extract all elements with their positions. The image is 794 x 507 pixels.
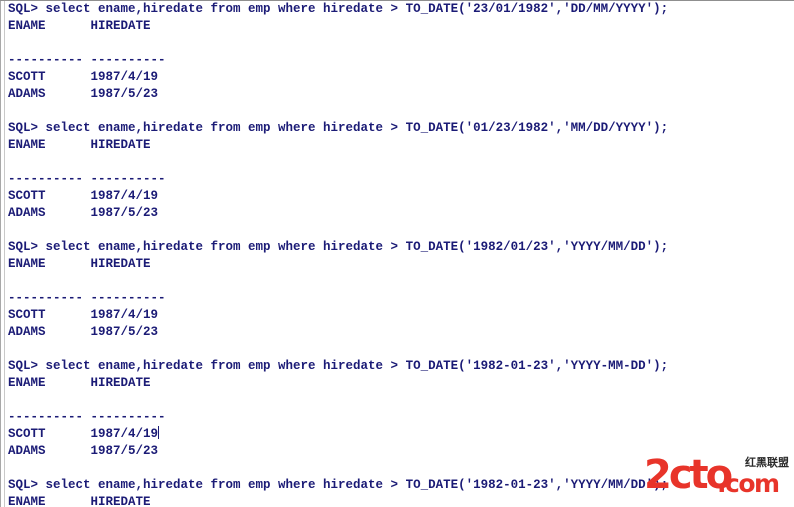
watermark-chinese-label: 红黑联盟 (745, 456, 789, 469)
sql-command-line[interactable]: SQL> select ename,hiredate from emp wher… (8, 358, 792, 375)
column-header-line: ENAME HIREDATE (8, 19, 151, 33)
block-gap (8, 222, 792, 239)
block-gap (8, 103, 792, 120)
text-caret (158, 426, 160, 439)
sql-block: SQL> select ename,hiredate from emp wher… (8, 239, 792, 341)
sql-block: SQL> select ename,hiredate from emp wher… (8, 120, 792, 222)
result-row: SCOTT 1987/4/19 (8, 189, 159, 203)
column-separator-line: ---------- ---------- (8, 291, 166, 305)
watermark-tld: .com (717, 469, 780, 498)
sql-command-line[interactable]: SQL> select ename,hiredate from emp wher… (8, 120, 792, 137)
block-gap (8, 341, 792, 358)
console-output-area[interactable]: SQL> select ename,hiredate from emp wher… (8, 1, 792, 507)
result-row: SCOTT 1987/4/19 (8, 308, 159, 322)
sql-block: SQL> select ename,hiredate from emp wher… (8, 358, 792, 460)
column-separator-line: ---------- ---------- (8, 53, 166, 67)
result-row: ADAMS 1987/5/23 (8, 325, 159, 339)
column-header-line: ENAME HIREDATE (8, 376, 151, 390)
sql-command-line[interactable]: SQL> select ename,hiredate from emp wher… (8, 239, 792, 256)
result-row-with-caret: SCOTT 1987/4/19 (8, 426, 792, 443)
site-watermark: 2cto .com 红黑联盟 (644, 455, 790, 501)
column-header-line: ENAME HIREDATE (8, 138, 151, 152)
column-separator-line: ---------- ---------- (8, 172, 166, 186)
result-row: SCOTT 1987/4/19 (8, 70, 159, 84)
result-row-text: SCOTT 1987/4/19 (8, 427, 159, 441)
result-row: ADAMS 1987/5/23 (8, 87, 159, 101)
result-row: ADAMS 1987/5/23 (8, 206, 159, 220)
column-header-line: ENAME HIREDATE (8, 257, 151, 271)
sql-block: SQL> select ename,hiredate from emp wher… (8, 1, 792, 103)
terminal-window: SQL> select ename,hiredate from emp wher… (0, 0, 794, 507)
window-left-frame (0, 1, 5, 507)
sql-command-line[interactable]: SQL> select ename,hiredate from emp wher… (8, 1, 792, 18)
column-separator-line: ---------- ---------- (8, 410, 166, 424)
